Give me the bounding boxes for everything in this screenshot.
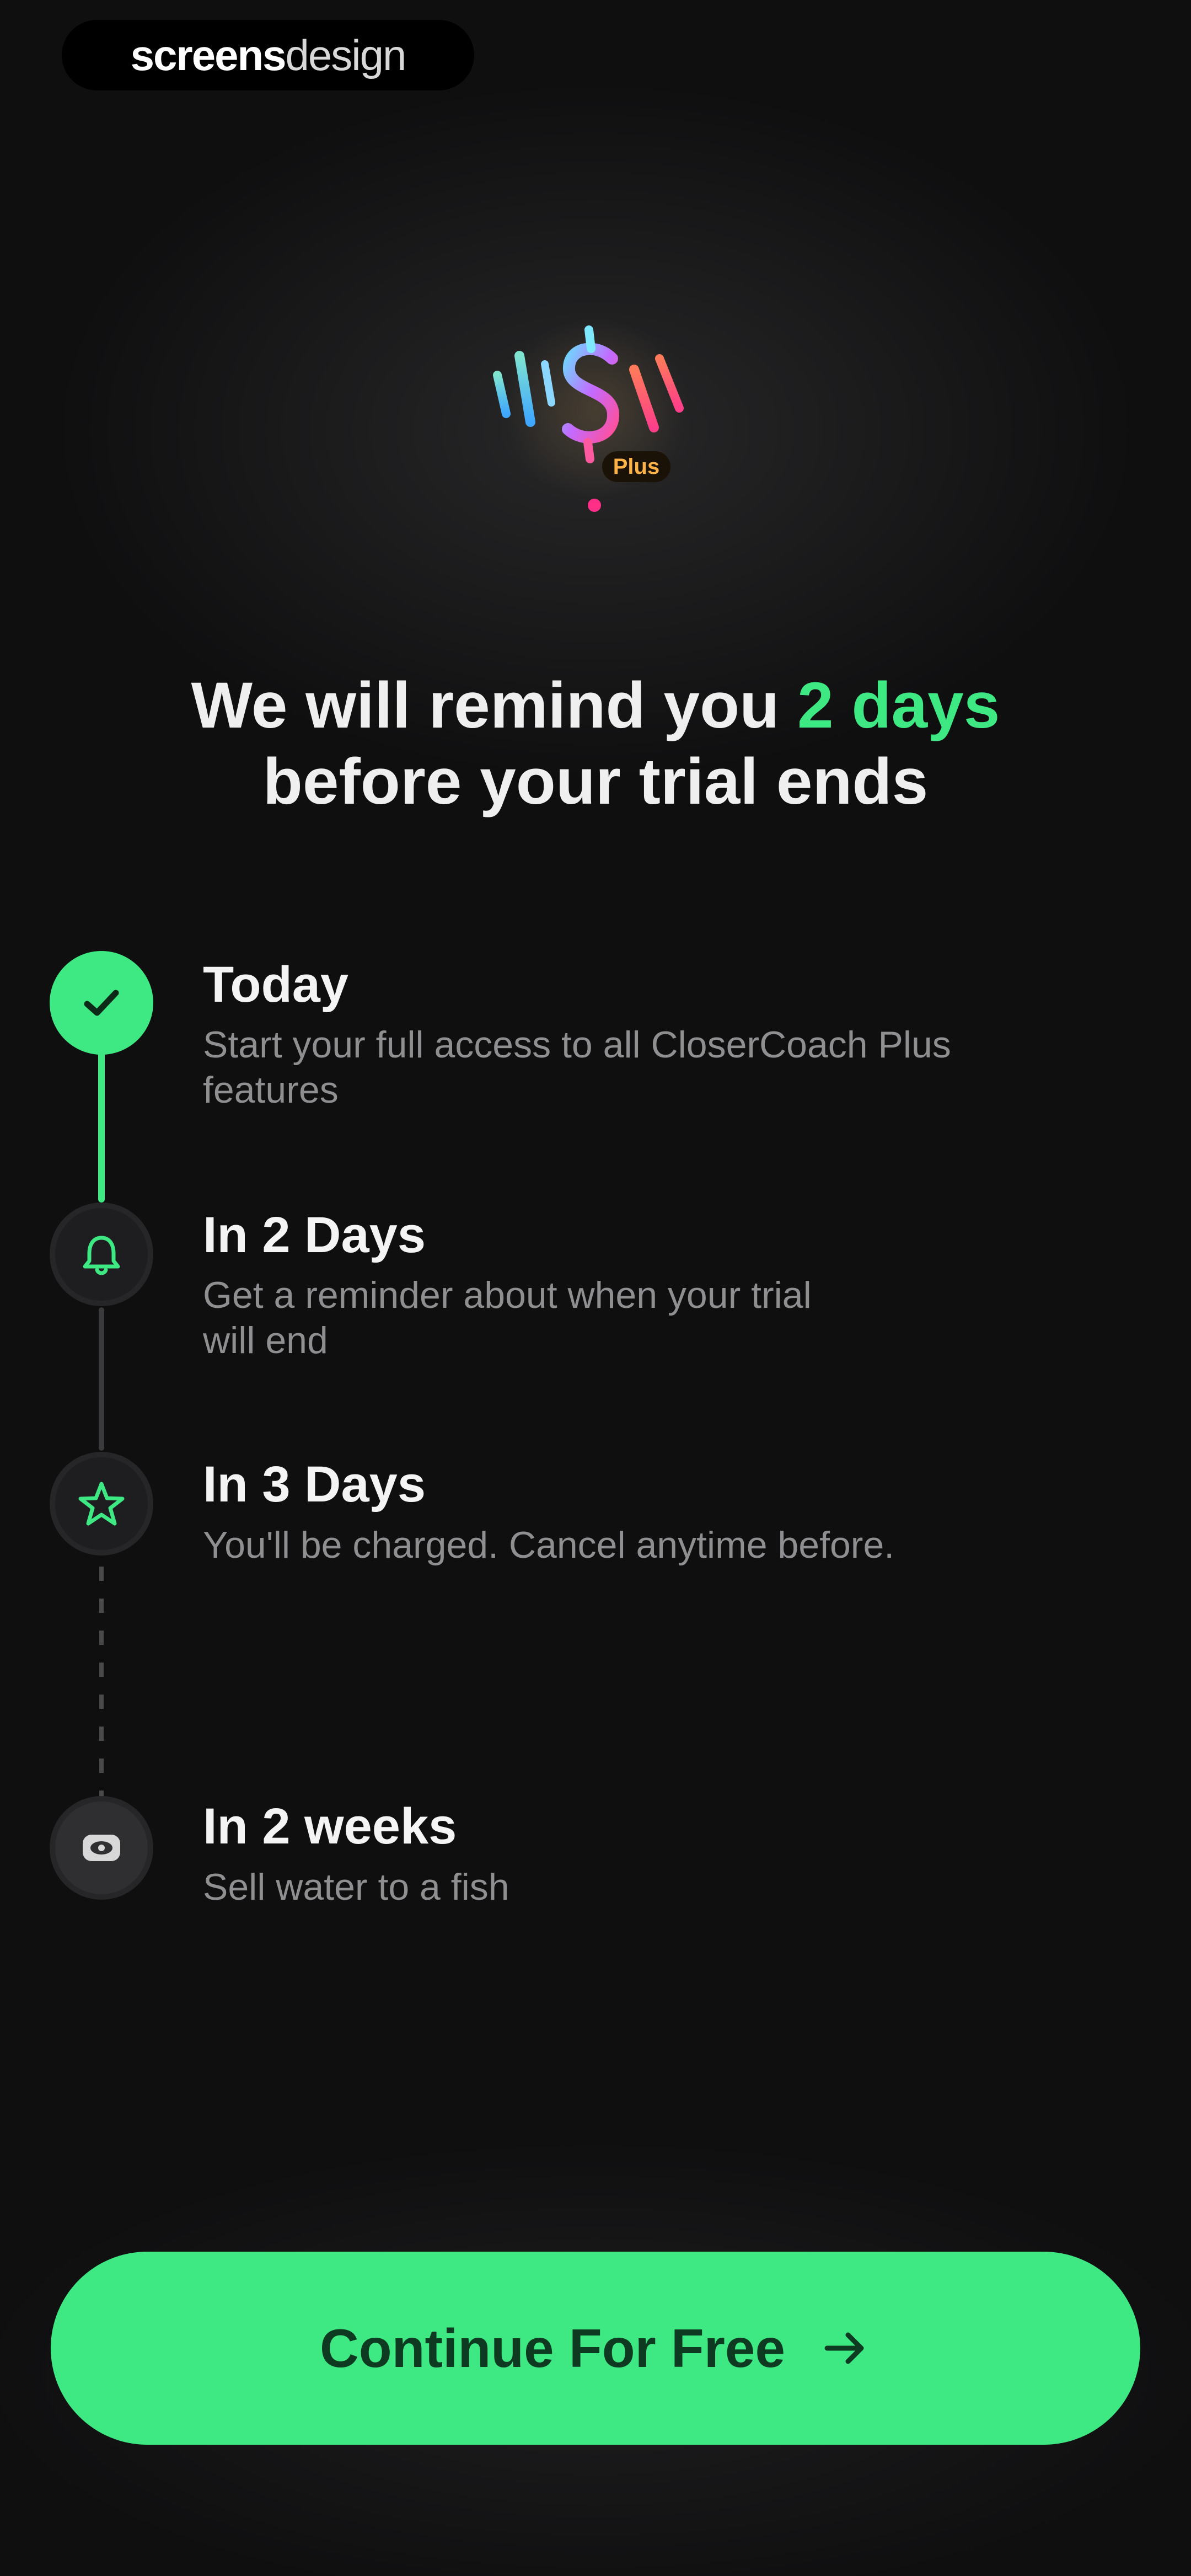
timeline-step-description: Start your full access to all CloserCoac… (203, 1024, 951, 1111)
continue-button-label: Continue For Free (320, 2317, 785, 2379)
continue-for-free-button[interactable]: Continue For Free (51, 2252, 1140, 2445)
timeline-step-description: You'll be charged. Cancel anytime before… (203, 1524, 895, 1566)
timeline-step-description: Sell water to a fish (203, 1866, 509, 1908)
timeline-node-today (50, 951, 153, 1055)
star-icon (78, 1482, 125, 1526)
timeline-progress-line (98, 1037, 105, 1203)
arrow-right-icon (824, 2332, 864, 2364)
timeline-line (99, 1307, 104, 1451)
timeline-node-in-3-days (50, 1452, 153, 1556)
bell-icon (83, 1236, 120, 1275)
timeline-dotted-line (99, 1567, 104, 1798)
trial-timeline: Today Start your full access to all Clos… (0, 0, 1191, 2576)
timeline-step-title: Today (203, 956, 349, 1013)
timeline-step-title: In 2 weeks (203, 1798, 457, 1854)
timeline-step-title: In 2 Days (203, 1207, 426, 1263)
timeline-node-in-2-days (50, 1203, 153, 1306)
timeline-step-description: Get a reminder about when your trial wil… (203, 1274, 812, 1361)
eye-icon (83, 1835, 120, 1861)
timeline-node-in-2-weeks (50, 1796, 153, 1900)
checkmark-icon (84, 990, 119, 1016)
timeline-step-title: In 3 Days (203, 1456, 426, 1513)
